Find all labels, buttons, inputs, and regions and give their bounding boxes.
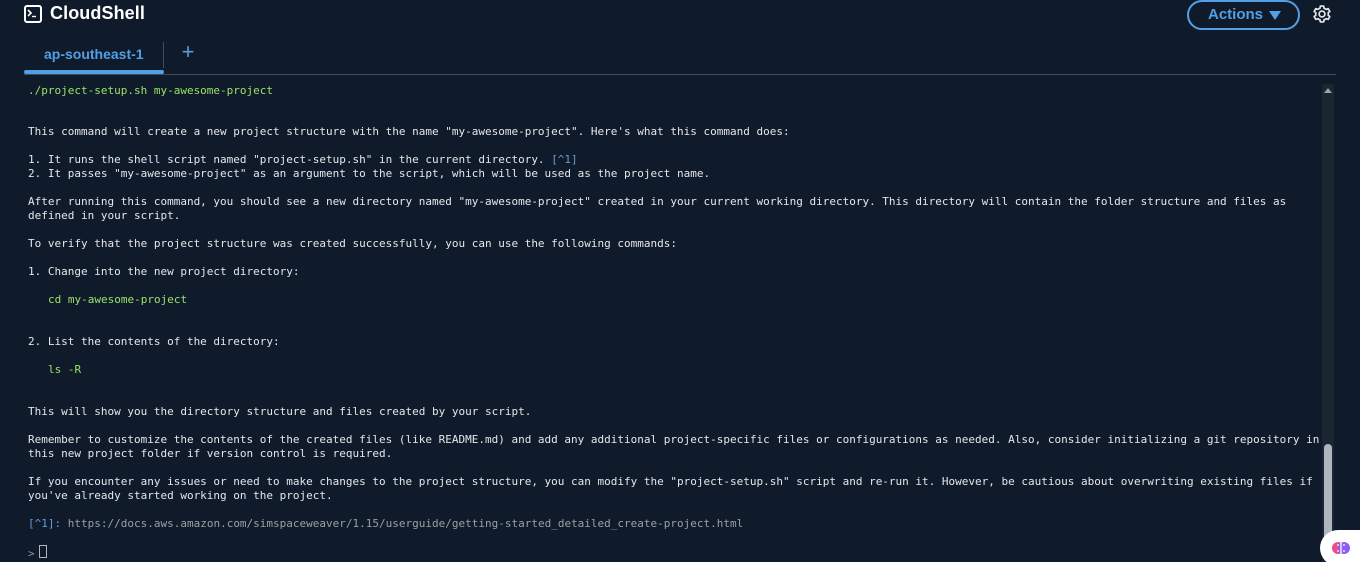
app-header: CloudShell Actions bbox=[0, 0, 1360, 30]
terminal-text-remember-2: this new project folder if version contr… bbox=[28, 447, 393, 460]
terminal-text-show: This will show you the directory structu… bbox=[28, 405, 532, 418]
scroll-up-arrow-icon[interactable] bbox=[1324, 88, 1332, 93]
actions-button[interactable]: Actions bbox=[1187, 0, 1300, 30]
terminal-text-remember-1: Remember to customize the contents of th… bbox=[28, 433, 1320, 446]
tab-divider bbox=[163, 42, 164, 68]
terminal-code-ls: ls -R bbox=[48, 363, 82, 376]
terminal-text-verify: To verify that the project structure was… bbox=[28, 237, 678, 250]
tab-ap-southeast-1[interactable]: ap-southeast-1 bbox=[24, 36, 164, 74]
terminal-text-after-2: defined in your script. bbox=[28, 209, 181, 222]
terminal-command-line: ./project-setup.sh my-awesome-project bbox=[28, 84, 274, 97]
footnote-label: [^1]: bbox=[28, 517, 62, 530]
terminal-cursor bbox=[38, 545, 47, 558]
terminal-footnote: [^1]: https://docs.aws.amazon.com/simspa… bbox=[28, 517, 743, 531]
terminal-icon bbox=[24, 5, 42, 23]
terminal-prompt[interactable]: > bbox=[28, 545, 47, 561]
terminal-text-verify-step1: 1. Change into the new project directory… bbox=[28, 265, 300, 278]
caret-down-icon bbox=[1269, 11, 1281, 20]
step1-text: 1. It runs the shell script named "proje… bbox=[28, 153, 545, 166]
footnote-reference-link[interactable]: [^1] bbox=[551, 153, 578, 166]
tab-label: ap-southeast-1 bbox=[44, 46, 144, 62]
tab-bar-divider bbox=[24, 74, 1336, 75]
add-tab-button[interactable]: + bbox=[176, 38, 200, 66]
prompt-chevron-icon: > bbox=[28, 547, 35, 560]
terminal-text-step1: 1. It runs the shell script named "proje… bbox=[28, 153, 578, 167]
terminal-text-intro: This command will create a new project s… bbox=[28, 125, 790, 138]
terminal-code-cd: cd my-awesome-project bbox=[48, 293, 188, 306]
terminal-scrollbar[interactable] bbox=[1322, 84, 1334, 562]
actions-button-label: Actions bbox=[1208, 6, 1264, 23]
terminal-text-issues-2: you've already started working on the pr… bbox=[28, 489, 333, 502]
terminal-text-step2: 2. It passes "my-awesome-project" as an … bbox=[28, 167, 711, 180]
terminal-output[interactable]: ./project-setup.sh my-awesome-project Th… bbox=[24, 84, 1320, 562]
assistant-brain-icon[interactable] bbox=[1320, 530, 1360, 562]
terminal-text-issues-1: If you encounter any issues or need to m… bbox=[28, 475, 1313, 488]
gear-icon[interactable] bbox=[1312, 4, 1332, 24]
app-title: CloudShell bbox=[50, 3, 145, 23]
terminal-text-after-1: After running this command, you should s… bbox=[28, 195, 1287, 208]
terminal-text-verify-step2: 2. List the contents of the directory: bbox=[28, 335, 280, 348]
footnote-url-link[interactable]: https://docs.aws.amazon.com/simspaceweav… bbox=[68, 517, 744, 530]
tab-bar: ap-southeast-1 + bbox=[24, 36, 1336, 76]
